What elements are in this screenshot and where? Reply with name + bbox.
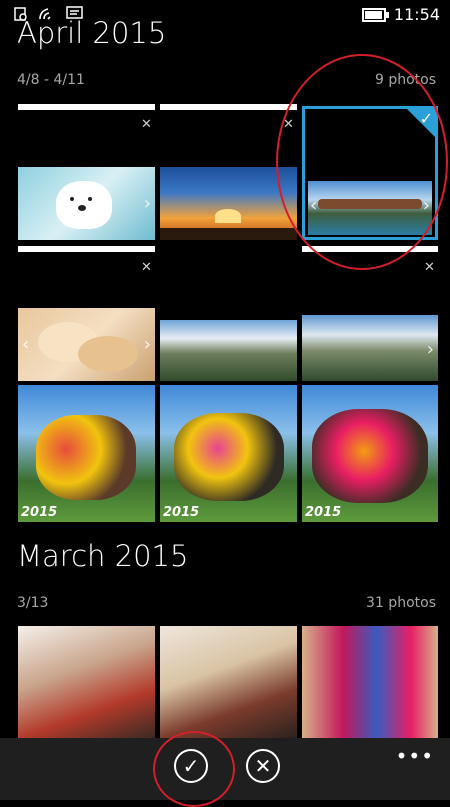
confirm-check-icon[interactable]: ✓ [174, 749, 208, 783]
cancel-glyph: ✕ [254, 754, 272, 778]
tile-bottom-bar [18, 246, 155, 252]
photo-thumbnail[interactable] [160, 167, 297, 240]
date-range-march: 3/13 [17, 595, 49, 611]
status-icons-right: 11:54 [361, 5, 440, 24]
section-title-april[interactable]: April 2015 [17, 16, 166, 50]
clock: 11:54 [393, 5, 440, 24]
tile-top-bar [160, 104, 297, 110]
app-bar: ✓ ✕ ••• [0, 738, 450, 800]
date-range-april: 4/8 - 4/11 [17, 72, 85, 88]
photo-thumbnail[interactable] [160, 320, 297, 381]
photo-thumbnail[interactable] [18, 626, 155, 738]
dismiss-x-icon[interactable]: ✕ [424, 261, 435, 274]
section-meta-april: 4/8 - 4/11 9 photos [17, 72, 436, 88]
confirm-glyph: ✓ [182, 754, 200, 778]
chevron-left-icon[interactable]: ‹ [22, 334, 29, 355]
dismiss-x-icon[interactable]: ✕ [141, 118, 152, 131]
photo-thumbnail[interactable]: 2015 [302, 385, 438, 522]
checkmark-icon: ✓ [419, 109, 433, 128]
chevron-right-icon[interactable]: › [144, 334, 151, 355]
photo-thumbnail[interactable]: 2015 [18, 385, 155, 522]
photo-thumbnail[interactable]: › [302, 315, 438, 381]
dismiss-x-icon[interactable]: ✕ [141, 261, 152, 274]
chevron-left-icon[interactable]: ‹ [310, 195, 317, 216]
dismiss-x-icon[interactable]: ✕ [283, 118, 294, 131]
chevron-right-icon[interactable]: › [427, 339, 434, 360]
photo-thumbnail[interactable]: ‹ › [18, 308, 155, 381]
section-title-march[interactable]: March 2015 [17, 539, 188, 573]
photo-year-stamp: 2015 [21, 505, 58, 520]
tile-bottom-bar [302, 246, 438, 252]
selected-photo-tile[interactable]: ✓ ‹ › [302, 106, 438, 240]
chevron-right-icon[interactable]: › [144, 193, 151, 214]
photo-thumbnail[interactable] [302, 626, 438, 738]
more-icon[interactable]: ••• [396, 744, 434, 768]
cancel-x-icon[interactable]: ✕ [246, 749, 280, 783]
photo-thumbnail[interactable] [160, 626, 297, 738]
photo-thumbnail[interactable]: › [18, 167, 155, 240]
photo-year-stamp: 2015 [163, 505, 200, 520]
photo-count-april: 9 photos [374, 72, 436, 88]
photo-year-stamp: 2015 [305, 505, 342, 520]
photo-thumbnail[interactable]: 2015 [160, 385, 297, 522]
tile-top-bar [18, 104, 155, 110]
section-meta-march: 3/13 31 photos [17, 595, 436, 611]
chevron-right-icon[interactable]: › [423, 195, 430, 216]
battery-icon [361, 7, 389, 22]
photo-count-march: 31 photos [366, 595, 436, 611]
photo-thumbnail[interactable]: ‹ › [308, 181, 432, 235]
